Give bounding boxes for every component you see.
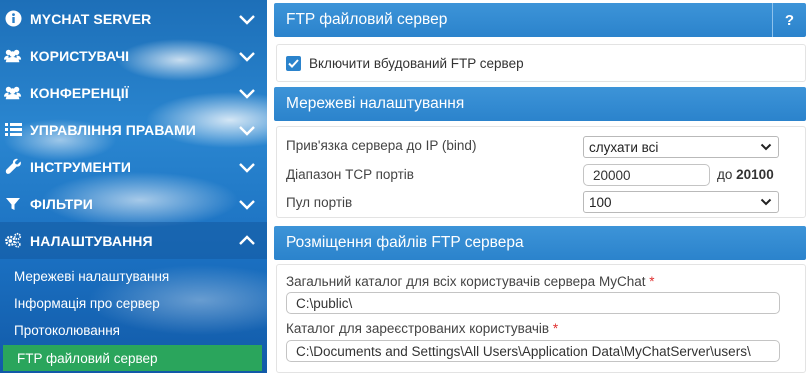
- tcp-port-to: до 20100: [717, 167, 774, 182]
- conference-icon: [4, 84, 22, 102]
- chevron-down-icon[interactable]: [238, 161, 256, 173]
- filter-icon: [4, 195, 22, 213]
- sidebar-subitem-network-settings[interactable]: Мережеві налаштування: [0, 263, 169, 289]
- sidebar-item-label: НАЛАШТУВАННЯ: [30, 232, 153, 249]
- page-title: FTP файловий сервер: [286, 11, 448, 28]
- registered-dir-label: Каталог для зареєстрованих користувачів: [286, 321, 550, 336]
- chevron-down-icon[interactable]: [238, 13, 256, 25]
- sidebar-item-label: MYCHAT SERVER: [30, 10, 152, 27]
- chevron-down-icon[interactable]: [238, 198, 256, 210]
- gears-icon: [4, 232, 22, 250]
- files-panel: Загальний каталог для всіх користувачів …: [276, 264, 806, 373]
- sidebar-item-users[interactable]: КОРИСТУВАЧІ: [0, 37, 267, 74]
- registered-dir-value: C:\Documents and Settings\All Users\Appl…: [296, 343, 751, 359]
- page-title-bar: FTP файловий сервер ?: [274, 3, 806, 37]
- enable-ftp-checkbox[interactable]: [286, 56, 301, 71]
- sidebar-item-label: ФІЛЬТРИ: [30, 195, 93, 212]
- common-dir-label: Загальний каталог для всіх користувачів …: [286, 274, 646, 289]
- tcp-port-from-value: 20000: [593, 167, 631, 183]
- chevron-down-icon: [760, 143, 772, 151]
- sidebar-item-label: КОНФЕРЕНЦІЇ: [30, 84, 129, 101]
- port-pool-label: Пул портів: [286, 195, 353, 210]
- sidebar-item-settings[interactable]: НАЛАШТУВАННЯ: [0, 222, 267, 259]
- bind-select-value: слухати всі: [589, 139, 659, 155]
- main-content: FTP файловий сервер ? Включити вбудовани…: [274, 0, 810, 373]
- tcp-range-label: Діапазон TCP портів: [286, 167, 414, 182]
- chevron-down-icon[interactable]: [238, 50, 256, 62]
- bind-row: Прив'язка сервера до IP (bind): [286, 138, 476, 153]
- sidebar: MYCHAT SERVER КОРИСТУВАЧІ КОНФЕРЕНЦІЇ УП…: [0, 0, 267, 373]
- port-pool-select[interactable]: 100: [583, 191, 779, 213]
- enable-ftp-checkbox-row[interactable]: Включити вбудований FTP сервер: [286, 56, 524, 71]
- chevron-down-icon: [760, 198, 772, 206]
- sidebar-subitem-ftp-server[interactable]: FTP файловий сервер: [3, 345, 262, 371]
- network-panel: Прив'язка сервера до IP (bind) слухати в…: [276, 126, 806, 218]
- sidebar-subitem-label: Мережеві налаштування: [14, 268, 170, 284]
- list-icon: [4, 121, 22, 139]
- users-icon: [4, 47, 22, 65]
- sidebar-item-conferences[interactable]: КОНФЕРЕНЦІЇ: [0, 74, 267, 111]
- tcp-port-to-prefix: до: [717, 167, 733, 182]
- registered-dir-row: Каталог для зареєстрованих користувачів …: [286, 321, 558, 336]
- port-pool-select-value: 100: [589, 194, 612, 210]
- enable-panel: Включити вбудований FTP сервер: [276, 44, 806, 82]
- sidebar-subitem-label: Інформація про сервер: [14, 295, 160, 311]
- required-marker: *: [552, 321, 559, 336]
- tcp-port-to-value: 20100: [736, 167, 774, 182]
- help-button[interactable]: ?: [772, 3, 806, 37]
- bind-select[interactable]: слухати всі: [583, 136, 779, 158]
- common-dir-row: Загальний каталог для всіх користувачів …: [286, 274, 655, 289]
- sidebar-subitem-server-info[interactable]: Інформація про сервер: [0, 290, 160, 316]
- common-dir-input[interactable]: C:\public\: [286, 292, 780, 314]
- tcp-range-row: Діапазон TCP портів: [286, 167, 414, 182]
- sidebar-item-label: КОРИСТУВАЧІ: [30, 47, 130, 64]
- network-section-header: Мережеві налаштування: [274, 87, 806, 121]
- sidebar-subitem-logging[interactable]: Протоколювання: [0, 317, 120, 343]
- chevron-up-icon[interactable]: [238, 234, 256, 247]
- sidebar-item-label: ІНСТРУМЕНТИ: [30, 158, 132, 175]
- registered-dir-input[interactable]: C:\Documents and Settings\All Users\Appl…: [286, 340, 780, 362]
- files-section-title: Розміщення файлів FTP сервера: [286, 234, 524, 251]
- checkmark-icon: [288, 59, 299, 68]
- sidebar-item-mychat-server[interactable]: MYCHAT SERVER: [0, 0, 267, 37]
- common-dir-value: C:\public\: [296, 295, 353, 311]
- chevron-down-icon[interactable]: [238, 124, 256, 136]
- sidebar-subitem-label: Протоколювання: [14, 322, 120, 338]
- enable-ftp-label: Включити вбудований FTP сервер: [309, 56, 524, 71]
- chevron-down-icon[interactable]: [238, 87, 256, 99]
- tcp-port-from-input[interactable]: 20000: [583, 164, 710, 186]
- sidebar-subitem-label: FTP файловий сервер: [17, 350, 158, 366]
- required-marker: *: [649, 274, 655, 289]
- port-pool-row: Пул портів: [286, 195, 352, 210]
- info-icon: [4, 10, 22, 28]
- sidebar-item-label: УПРАВЛІННЯ ПРАВАМИ: [30, 121, 196, 138]
- sidebar-item-rights-management[interactable]: УПРАВЛІННЯ ПРАВАМИ: [0, 111, 267, 148]
- sidebar-item-filters[interactable]: ФІЛЬТРИ: [0, 185, 267, 222]
- network-section-title: Мережеві налаштування: [286, 95, 465, 112]
- files-section-header: Розміщення файлів FTP сервера: [274, 226, 806, 260]
- bind-label: Прив'язка сервера до IP (bind): [286, 138, 477, 153]
- wrench-icon: [4, 158, 22, 176]
- help-icon: ?: [784, 11, 795, 29]
- sidebar-item-tools[interactable]: ІНСТРУМЕНТИ: [0, 148, 267, 185]
